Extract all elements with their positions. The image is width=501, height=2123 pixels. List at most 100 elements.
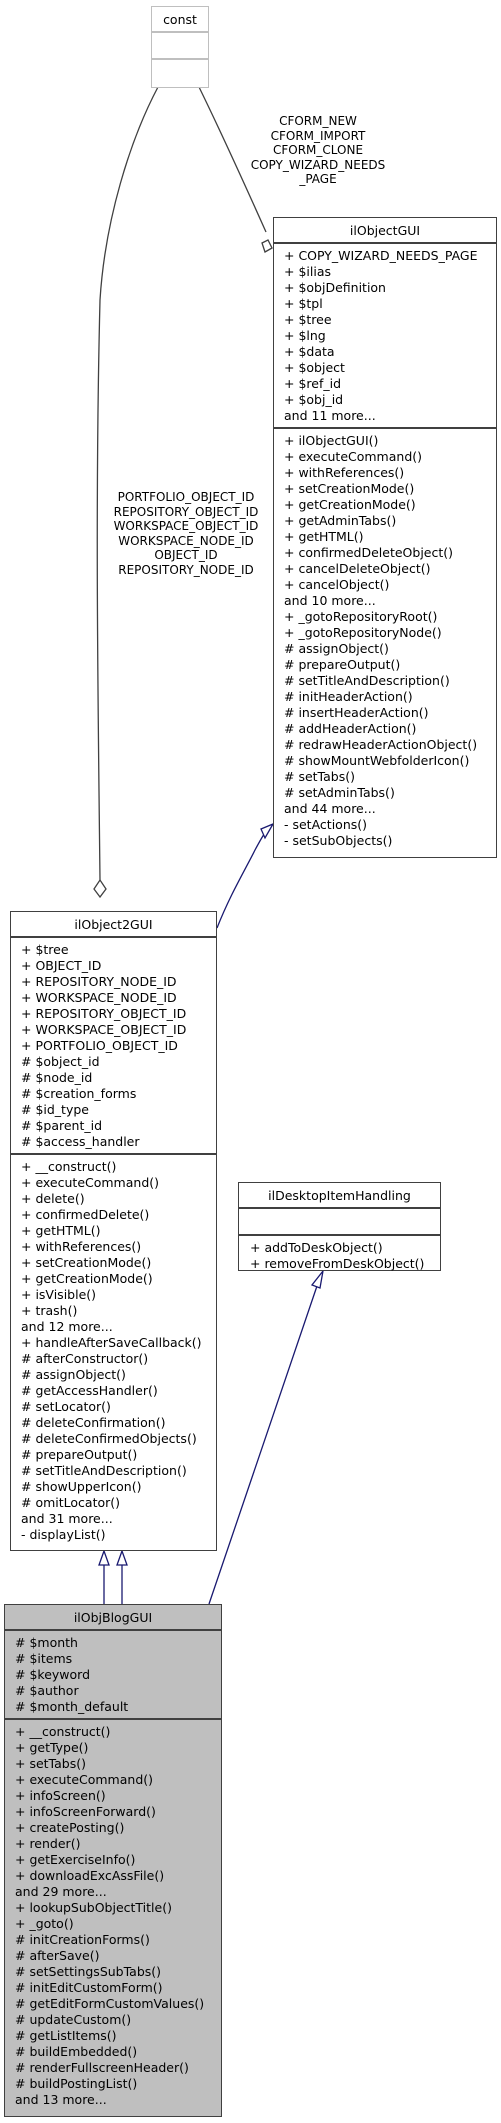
class-method: # buildEmbedded() — [15, 2044, 138, 2059]
class-method: # initEditCustomForm() — [15, 1980, 163, 1995]
class-method: + withReferences() — [21, 1239, 142, 1254]
class-method: + getHTML() — [284, 529, 364, 544]
class-attribute: # $month_default — [15, 1699, 129, 1714]
edge-label-line: PORTFOLIO_OBJECT_ID — [117, 490, 255, 504]
class-method: # buildPostingList() — [15, 2076, 138, 2091]
class-method: + ilObjectGUI() — [284, 433, 379, 448]
class-attribute: + $tree — [21, 942, 69, 957]
class-method: and 12 more... — [21, 1319, 113, 1334]
edge-label-line: CFORM_NEW — [279, 114, 357, 128]
class-method: # getEditFormCustomValues() — [15, 1996, 205, 2011]
class-attribute: + PORTFOLIO_OBJECT_ID — [21, 1038, 178, 1053]
methods-section: + addToDeskObject() + removeFromDeskObjec… — [239, 1236, 440, 1275]
edge-label-const-ilObjectGUI: CFORM_NEW CFORM_IMPORT CFORM_CLONE COPY_… — [238, 114, 398, 187]
class-method: + downloadExcAssFile() — [15, 1868, 165, 1883]
class-method: # setTabs() — [284, 769, 355, 784]
class-method: + setCreationMode() — [21, 1255, 152, 1270]
inheritance-arrowhead-1 — [98, 1549, 110, 1566]
inheritance-arrowhead-2 — [116, 1549, 128, 1566]
class-attribute: + WORKSPACE_NODE_ID — [21, 990, 177, 1005]
edge-label-line: CFORM_CLONE — [272, 143, 364, 157]
class-attribute: + $data — [284, 344, 335, 359]
edge-label-line: _PAGE — [299, 172, 337, 186]
class-method: + setCreationMode() — [284, 481, 415, 496]
class-name: ilObject2GUI — [11, 912, 216, 938]
class-attribute: and 11 more... — [284, 408, 376, 423]
class-method: + getAdminTabs() — [284, 513, 397, 528]
methods-section — [152, 60, 208, 87]
class-method: + removeFromDeskObject() — [250, 1256, 425, 1271]
class-method: # omitLocator() — [21, 1495, 121, 1510]
class-method: # initHeaderAction() — [284, 689, 413, 704]
usage-edge-const-ilObject2GUI — [96, 86, 159, 881]
edge-label-line: CFORM_IMPORT — [270, 128, 366, 143]
class-attribute: + $object — [284, 360, 345, 375]
class-method: and 10 more... — [284, 593, 376, 608]
class-attribute: # $creation_forms — [21, 1086, 137, 1101]
class-method: + getExerciseInfo() — [15, 1852, 136, 1867]
class-method: - setSubObjects() — [284, 833, 393, 848]
aggregation-diamond-ilObjectGUI — [261, 239, 273, 253]
class-method: # setLocator() — [21, 1399, 111, 1414]
class-method: + getHTML() — [21, 1223, 101, 1238]
class-method: + executeCommand() — [21, 1175, 160, 1190]
class-method: + isVisible() — [21, 1287, 97, 1302]
class-method: + infoScreen() — [15, 1788, 106, 1803]
class-method: - displayList() — [21, 1527, 106, 1542]
class-method: + infoScreenForward() — [15, 1804, 156, 1819]
aggregation-diamond-ilObject2GUI — [93, 878, 107, 899]
class-attribute: + REPOSITORY_OBJECT_ID — [21, 1006, 187, 1021]
edge-label-line: COPY_WIZARD_NEEDS — [250, 157, 386, 172]
class-method: + _goto() — [15, 1916, 74, 1931]
class-box-const[interactable]: const — [151, 6, 209, 88]
attributes-section: # $month # $items # $keyword # $author # $mo… — [5, 1631, 221, 1720]
class-method: + __construct() — [21, 1159, 117, 1174]
class-method: # afterSave() — [15, 1948, 100, 1963]
edge-label-line: REPOSITORY_NODE_ID — [118, 562, 254, 577]
class-box-ilObjectGUI[interactable]: ilObjectGUI + COPY_WIZARD_NEEDS_PAGE + $i… — [273, 217, 497, 858]
class-attribute: + COPY_WIZARD_NEEDS_PAGE — [284, 248, 478, 263]
class-method: and 44 more... — [284, 801, 376, 816]
class-method: + getType() — [15, 1740, 89, 1755]
attributes-section — [152, 33, 208, 60]
class-method: + withReferences() — [284, 465, 405, 480]
class-attribute: + $obj_id — [284, 392, 344, 407]
class-method: + trash() — [21, 1303, 78, 1318]
attributes-section: + COPY_WIZARD_NEEDS_PAGE + $ilias + $objDe… — [274, 244, 496, 429]
class-attribute: # $keyword — [15, 1667, 91, 1682]
class-attribute: # $node_id — [21, 1070, 93, 1085]
class-method: # addHeaderAction() — [284, 721, 417, 736]
class-method: + cancelDeleteObject() — [284, 561, 431, 576]
class-attribute: + $objDefinition — [284, 280, 386, 295]
class-box-ilObject2GUI[interactable]: ilObject2GUI + $tree + OBJECT_ID + REPOSIT… — [10, 911, 217, 1551]
class-method: + delete() — [21, 1191, 85, 1206]
class-method: + __construct() — [15, 1724, 111, 1739]
edge-label-line: OBJECT_ID — [154, 548, 218, 562]
class-attribute: + $ilias — [284, 264, 331, 279]
class-method: # renderFullscreenHeader() — [15, 2060, 189, 2075]
class-attribute: + OBJECT_ID — [21, 958, 102, 973]
class-attribute: + $tree — [284, 312, 332, 327]
class-box-ilDesktopItemHandling[interactable]: ilDesktopItemHandling + addToDeskObject(… — [238, 1182, 441, 1271]
class-method: # setSettingsSubTabs() — [15, 1964, 162, 1979]
class-method: + lookupSubObjectTitle() — [15, 1900, 172, 1915]
class-attribute: # $id_type — [21, 1102, 89, 1117]
class-method: # getListItems() — [15, 2028, 117, 2043]
class-box-ilObjBlogGUI[interactable]: ilObjBlogGUI # $month # $items # $keyword #… — [4, 1604, 222, 2117]
class-method: # prepareOutput() — [284, 657, 401, 672]
class-method: # updateCustom() — [15, 2012, 132, 2027]
class-method: # setTitleAndDescription() — [284, 673, 450, 688]
class-attribute: + $lng — [284, 328, 326, 343]
class-method: + createPosting() — [15, 1820, 125, 1835]
class-method: # assignObject() — [284, 641, 389, 656]
class-method: # initCreationForms() — [15, 1932, 150, 1947]
class-attribute: + $ref_id — [284, 376, 342, 391]
class-method: + addToDeskObject() — [250, 1240, 383, 1255]
class-method: # assignObject() — [21, 1367, 126, 1382]
class-attribute: # $parent_id — [21, 1118, 103, 1133]
class-attribute: + WORKSPACE_OBJECT_ID — [21, 1022, 187, 1037]
class-method: + confirmedDelete() — [21, 1207, 150, 1222]
class-name: ilObjBlogGUI — [5, 1605, 221, 1631]
class-attribute: # $access_handler — [21, 1134, 140, 1149]
class-method: + _gotoRepositoryRoot() — [284, 609, 438, 624]
